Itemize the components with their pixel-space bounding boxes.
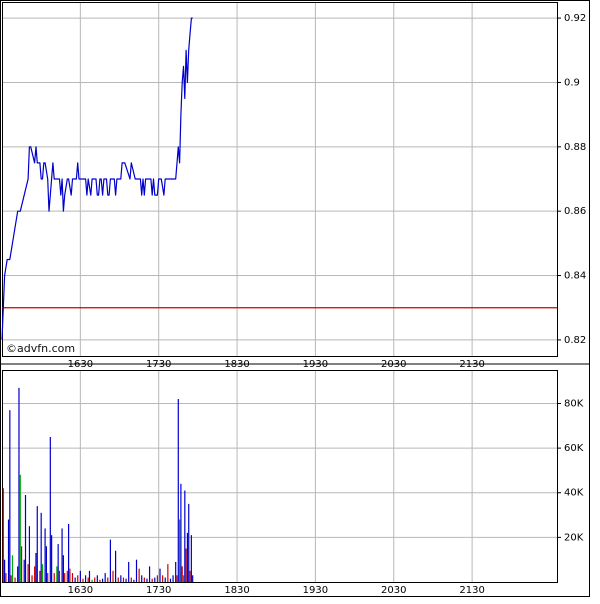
intraday-chart-container: 0.92 0.9 0.88 0.86 0.84 0.82 1630 1730 1830 1930 2… (0, 0, 600, 600)
volume-y-tick-label: 60K (564, 443, 584, 454)
chart-svg: 0.92 0.9 0.88 0.86 0.84 0.82 1630 1730 1830 1930 2… (0, 0, 600, 600)
volume-x-tick-label: 1930 (303, 585, 328, 596)
price-y-tick-label: 0.88 (564, 142, 586, 153)
volume-x-tick-label: 1830 (224, 585, 249, 596)
watermark-label: ©advfn.com (6, 342, 75, 355)
chart-background (0, 0, 600, 600)
volume-y-tick-label: 40K (564, 488, 584, 499)
price-y-tick-label: 0.82 (564, 335, 586, 346)
price-y-tick-label: 0.9 (564, 77, 580, 88)
volume-x-tick-label: 2030 (381, 585, 406, 596)
price-y-tick-label: 0.86 (564, 206, 586, 217)
volume-x-tick-label: 1630 (68, 585, 93, 596)
volume-x-tick-label: 1730 (146, 585, 171, 596)
volume-y-tick-label: 80K (564, 398, 584, 409)
price-y-tick-label: 0.92 (564, 13, 586, 24)
volume-y-tick-label: 20K (564, 532, 584, 543)
volume-x-tick-label: 2130 (459, 585, 484, 596)
price-y-tick-label: 0.84 (564, 271, 586, 282)
